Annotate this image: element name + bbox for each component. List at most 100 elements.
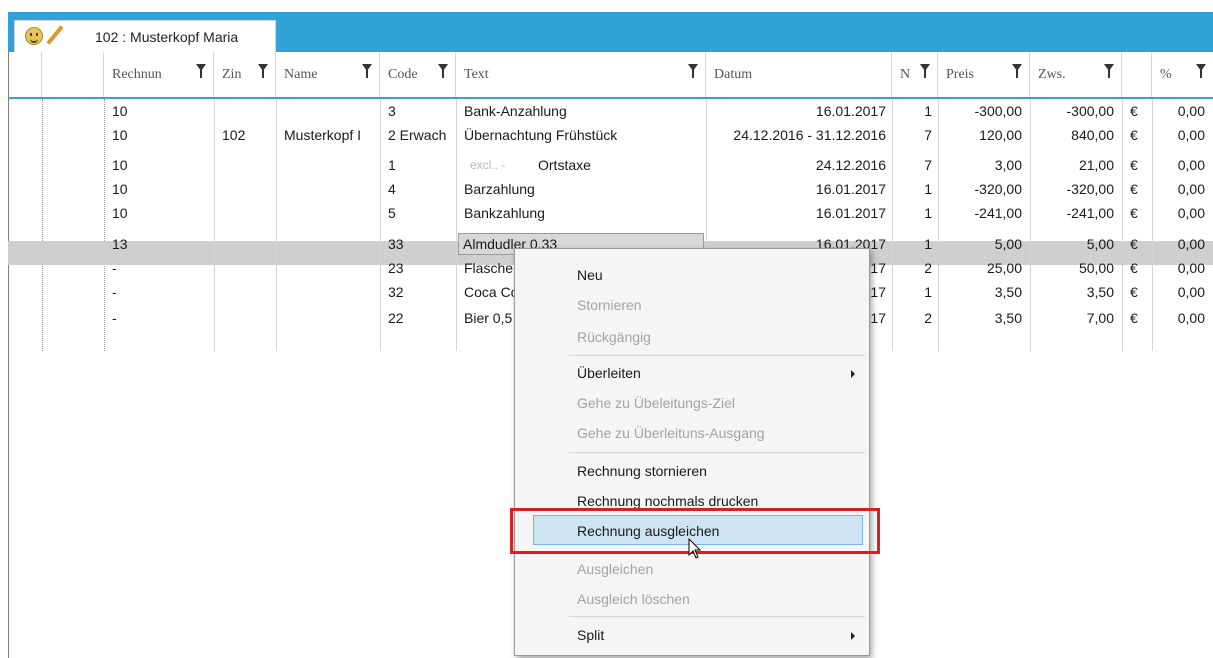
- cell-text: Übernachtung Frühstück: [464, 127, 618, 143]
- column-divider: [276, 99, 277, 351]
- cell-zws: 50,00: [1078, 260, 1114, 276]
- header-cell-blank: [42, 52, 104, 98]
- header-currency[interactable]: [1122, 52, 1152, 98]
- cell-pct: 0,00: [1177, 157, 1205, 173]
- header-label: %: [1160, 67, 1172, 82]
- cell-cur: €: [1130, 310, 1138, 326]
- cell-code: 22: [388, 310, 404, 326]
- header-anzahl[interactable]: N: [892, 52, 938, 98]
- cell-text: Barzahlung: [464, 181, 535, 197]
- filter-icon[interactable]: [1104, 64, 1114, 78]
- column-divider: [214, 99, 215, 351]
- menu-item-ueberleiten[interactable]: Überleiten: [577, 365, 641, 381]
- cell-n: 1: [924, 181, 932, 197]
- menu-item-rechnung-drucken[interactable]: Rechnung nochmals drucken: [577, 493, 758, 509]
- cell-datum: 16.01.2017: [815, 103, 886, 119]
- cell-pct: 0,00: [1177, 236, 1205, 252]
- chevron-right-icon: [851, 632, 855, 640]
- cell-pct: 0,00: [1177, 127, 1205, 143]
- filter-icon[interactable]: [1196, 64, 1206, 78]
- menu-item-ausgleichen[interactable]: Ausgleichen: [577, 561, 653, 577]
- cell-rechnung: 10: [112, 127, 128, 143]
- filter-icon[interactable]: [1012, 64, 1022, 78]
- column-divider: [1152, 99, 1153, 351]
- header-label: Zin: [222, 67, 242, 82]
- cell-zimmer: 102: [222, 127, 246, 143]
- grid-left-border: [8, 52, 9, 658]
- header-percent[interactable]: %: [1152, 52, 1213, 98]
- cell-code: 4: [388, 181, 396, 197]
- cell-code: 32: [388, 284, 404, 300]
- header-separator: [8, 97, 1213, 99]
- cell-zws: -241,00: [1066, 205, 1114, 221]
- cell-preis: 25,00: [986, 260, 1022, 276]
- cell-n: 1: [924, 236, 932, 252]
- cell-cur: €: [1130, 157, 1138, 173]
- cell-pct: 0,00: [1177, 181, 1205, 197]
- header-label: Rechnun: [112, 67, 162, 82]
- header-zimmer[interactable]: Zin: [214, 52, 276, 98]
- menu-item-neu[interactable]: Neu: [577, 267, 603, 283]
- cell-preis: -300,00: [974, 103, 1022, 119]
- cell-code: 2 Erwach: [388, 127, 447, 143]
- cell-text: Bank-Anzahlung: [464, 103, 567, 119]
- cell-rechnung: -: [112, 310, 117, 326]
- cell-pct: 0,00: [1177, 260, 1205, 276]
- cell-datum: 16.01.2017: [815, 205, 886, 221]
- pencil-icon[interactable]: [46, 25, 64, 45]
- filter-icon[interactable]: [438, 64, 448, 78]
- filter-icon[interactable]: [196, 64, 206, 78]
- menu-item-gehe-ziel[interactable]: Gehe zu Übeleitungs-Ziel: [577, 395, 735, 411]
- cell-rechnung: -: [112, 260, 117, 276]
- cell-datum: 16.01.2017: [815, 181, 886, 197]
- cell-preis: 120,00: [979, 127, 1022, 143]
- header-datum[interactable]: Datum: [706, 52, 892, 98]
- cell-n: 7: [924, 127, 932, 143]
- cell-cur: €: [1130, 236, 1138, 252]
- menu-item-ausgleich-loeschen[interactable]: Ausgleich löschen: [577, 591, 690, 607]
- menu-item-split[interactable]: Split: [577, 627, 604, 643]
- cell-pct: 0,00: [1177, 284, 1205, 300]
- menu-item-rechnung-stornieren[interactable]: Rechnung stornieren: [577, 463, 707, 479]
- cell-pct: 0,00: [1177, 103, 1205, 119]
- filter-icon[interactable]: [362, 64, 372, 78]
- header-preis[interactable]: Preis: [938, 52, 1030, 98]
- header-label: Text: [464, 67, 489, 82]
- cell-code: 1: [388, 157, 396, 173]
- cell-pct: 0,00: [1177, 310, 1205, 326]
- header-name[interactable]: Name: [276, 52, 380, 98]
- cell-cur: €: [1130, 103, 1138, 119]
- cell-n: 1: [924, 103, 932, 119]
- cell-preis: 3,00: [994, 157, 1022, 173]
- header-cell-indicator: [8, 52, 42, 98]
- column-divider: [892, 99, 893, 351]
- cell-name: Musterkopf I: [284, 127, 362, 143]
- cell-preis: 3,50: [994, 284, 1022, 300]
- header-zws[interactable]: Zws.: [1030, 52, 1122, 98]
- header-code[interactable]: Code: [380, 52, 456, 98]
- header-label: Preis: [946, 67, 974, 82]
- cell-preis: 5,00: [994, 236, 1022, 252]
- menu-separator: [569, 355, 865, 356]
- cell-cur: €: [1130, 205, 1138, 221]
- header-rechnung[interactable]: Rechnun: [104, 52, 214, 98]
- filter-icon[interactable]: [920, 64, 930, 78]
- cell-zws: 840,00: [1071, 127, 1114, 143]
- menu-item-rueckgaengig[interactable]: Rückgängig: [577, 329, 651, 345]
- document-tab[interactable]: 102 : Musterkopf Maria: [14, 20, 276, 52]
- filter-icon[interactable]: [688, 64, 698, 78]
- cell-code: 3: [388, 103, 396, 119]
- column-divider: [1122, 99, 1123, 351]
- cell-rechnung: 13: [112, 236, 128, 252]
- cell-cur: €: [1130, 127, 1138, 143]
- menu-item-stornieren[interactable]: Stornieren: [577, 297, 642, 313]
- cell-excl-select[interactable]: excl.. -: [470, 158, 505, 172]
- header-text[interactable]: Text: [456, 52, 706, 98]
- cell-pct: 0,00: [1177, 205, 1205, 221]
- cell-zws: 21,00: [1078, 157, 1114, 173]
- cell-zws: -320,00: [1066, 181, 1114, 197]
- menu-item-gehe-ausgang[interactable]: Gehe zu Überleituns-Ausgang: [577, 425, 765, 441]
- cell-text: Bankzahlung: [464, 205, 545, 221]
- header-label: Zws.: [1038, 67, 1066, 82]
- filter-icon[interactable]: [258, 64, 268, 78]
